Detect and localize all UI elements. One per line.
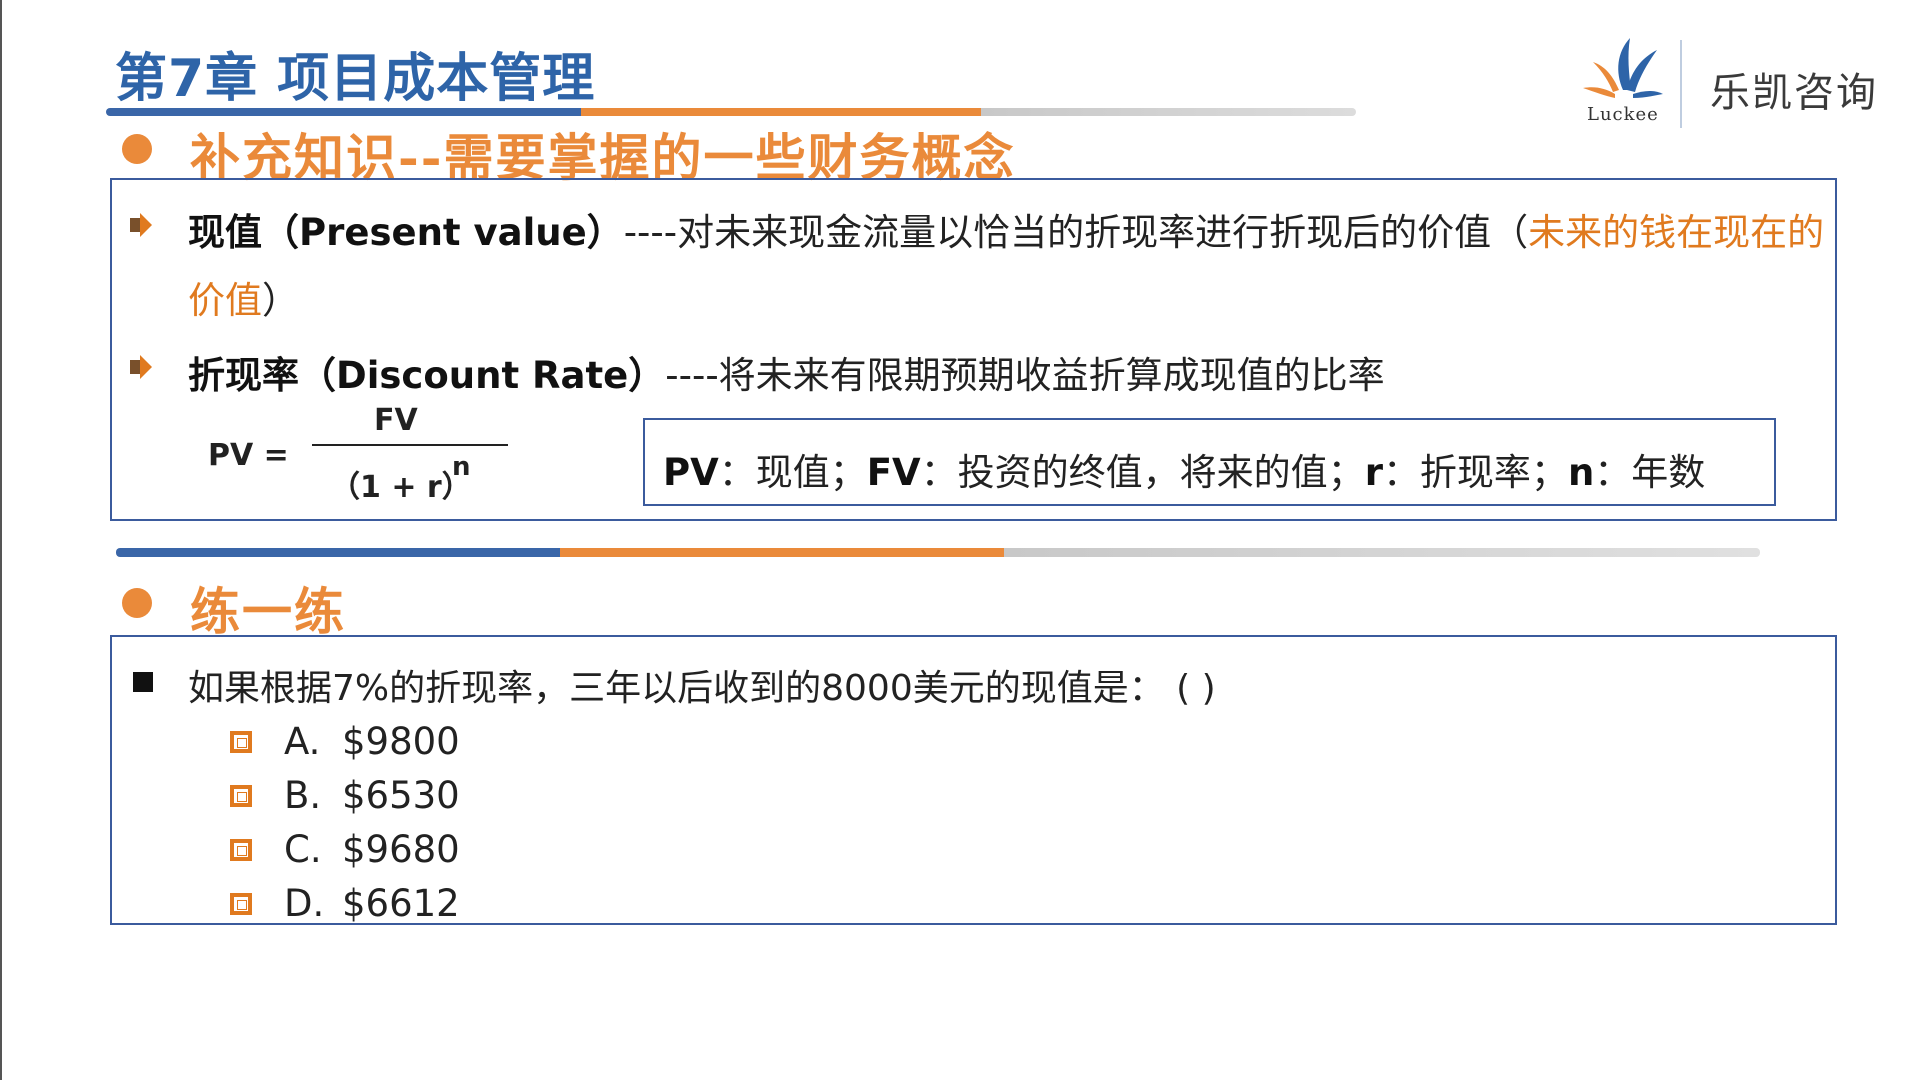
section-divider <box>116 548 1760 557</box>
option-value: $6612 <box>342 882 460 925</box>
def-pv-term: PV <box>663 451 719 494</box>
checkbox-icon[interactable] <box>230 839 252 861</box>
def-pv-desc: ：现值； <box>718 451 867 494</box>
slide: 第7章 项目成本管理 Luckee 乐凯咨询 补充知识--需要掌握的一些财务概念… <box>0 0 1920 1080</box>
question-text: 如果根据7%的折现率，三年以后收到的8000美元的现值是： ( ) <box>188 668 1216 709</box>
square-bullet-icon <box>133 672 153 692</box>
option-value: $9800 <box>342 720 460 763</box>
def-n-term: n <box>1567 451 1595 494</box>
formula-fraction-bar <box>312 444 508 446</box>
present-value-highlight: 未来的钱在现在的 <box>1528 211 1825 254</box>
section-title-practice: 练一练 <box>190 582 346 641</box>
logo: Luckee 乐凯咨询 <box>1575 32 1878 132</box>
def-fv-desc: ：投资的终值，将来的值； <box>920 451 1365 494</box>
definitions-text: PV：现值；FV：投资的终值，将来的值；r：折现率；n：年数 <box>663 442 1705 496</box>
formula-denominator: （1 + r） <box>330 470 472 505</box>
formula-lhs: PV = <box>208 438 289 473</box>
section-bullet-icon <box>122 134 152 164</box>
discount-rate-desc: ----将未来有限期预期收益折算成现值的比率 <box>665 354 1385 397</box>
present-value-line-2: 价值） <box>188 270 299 324</box>
title-underline <box>106 108 1356 116</box>
definitions-box: PV：现值；FV：投资的终值，将来的值；r：折现率；n：年数 <box>643 418 1776 506</box>
logo-subtitle: Luckee <box>1587 104 1659 125</box>
def-r-desc: ：折现率； <box>1382 451 1568 494</box>
option-value: $6530 <box>342 774 460 817</box>
discount-rate-line: 折现率（Discount Rate）----将未来有限期预期收益折算成现值的比率 <box>188 345 1385 399</box>
section-bullet-icon <box>122 588 152 618</box>
option-letter: B. <box>284 774 322 817</box>
checkbox-icon[interactable] <box>230 731 252 753</box>
present-value-close: ） <box>262 279 299 322</box>
logo-name: 乐凯咨询 <box>1710 70 1878 116</box>
arrow-bullet-icon <box>130 355 152 379</box>
present-value-term: 现值（Present value） <box>188 211 624 254</box>
option-letter: C. <box>284 828 322 871</box>
option-value: $9680 <box>342 828 460 871</box>
def-r-term: r <box>1364 451 1383 494</box>
left-border <box>0 0 2 1080</box>
def-fv-term: FV <box>866 451 921 494</box>
present-value-highlight-2: 价值 <box>188 279 262 322</box>
option-letter: D. <box>284 882 325 925</box>
option-letter: A. <box>284 720 321 763</box>
page-title: 第7章 项目成本管理 <box>115 49 596 109</box>
present-value-line: 现值（Present value）----对未来现金流量以恰当的折现率进行折现后… <box>188 202 1824 256</box>
arrow-bullet-icon <box>130 213 152 237</box>
present-value-desc: ----对未来现金流量以恰当的折现率进行折现后的价值（ <box>623 211 1529 254</box>
checkbox-icon[interactable] <box>230 785 252 807</box>
checkbox-icon[interactable] <box>230 893 252 915</box>
def-n-desc: ：年数 <box>1594 451 1706 494</box>
discount-rate-term: 折现率（Discount Rate） <box>188 354 666 397</box>
logo-divider <box>1680 40 1682 128</box>
formula-exponent: n <box>452 452 471 482</box>
formula-numerator: FV <box>374 403 418 438</box>
